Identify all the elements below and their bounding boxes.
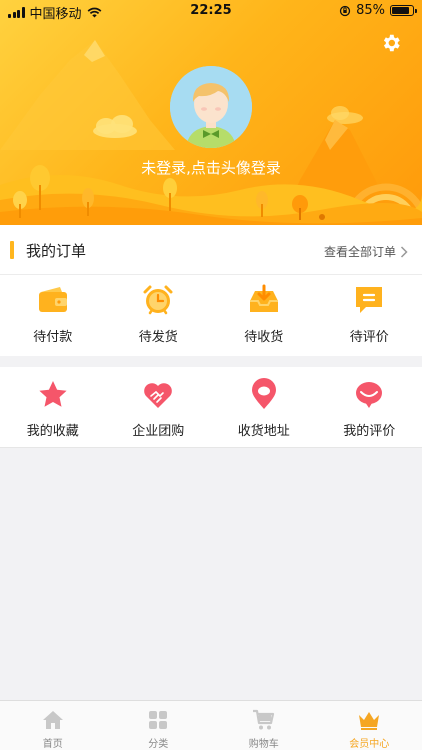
enterprise-group-buy-label: 企业团购 (132, 424, 185, 439)
tab-cart-label: 购物车 (248, 739, 279, 750)
orientation-lock-icon (339, 5, 351, 16)
location-pin-icon (251, 378, 276, 409)
order-pending-payment-label: 待付款 (33, 330, 73, 345)
my-orders-header: 我的订单 查看全部订单 (0, 225, 422, 275)
battery-icon (390, 5, 417, 16)
order-pending-receipt-label: 待收货 (244, 330, 284, 345)
avatar[interactable] (170, 66, 252, 148)
status-bar: 中国移动 22:25 85% (0, 0, 422, 22)
tab-home[interactable]: 首页 (0, 701, 106, 750)
chevron-right-icon (400, 245, 408, 258)
order-pending-payment[interactable]: 待付款 (0, 275, 106, 356)
my-reviews-label: 我的评价 (343, 424, 396, 439)
shipping-address[interactable]: 收货地址 (211, 367, 317, 448)
view-all-orders-link[interactable]: 查看全部订单 (324, 243, 408, 260)
category-grid-icon (149, 711, 168, 729)
order-pending-review-label: 待评价 (349, 330, 389, 345)
services-card: 我的收藏 企业团购 收货地址 我的评价 (0, 367, 422, 448)
shipping-address-label: 收货地址 (237, 424, 290, 439)
chat-bubble-icon (356, 382, 383, 408)
wallet-icon (38, 287, 67, 312)
login-prompt[interactable]: 未登录,点击头像登录 (0, 157, 422, 178)
my-reviews[interactable]: 我的评价 (317, 367, 422, 448)
my-orders-title: 我的订单 (26, 242, 87, 260)
cart-icon (252, 709, 274, 730)
tab-member-center-label: 会员中心 (349, 739, 390, 750)
tab-member-center[interactable]: 会员中心 (317, 701, 422, 750)
bottom-tab-bar: 首页 分类 购物车 会员中心 (0, 700, 422, 750)
order-pending-shipment[interactable]: 待发货 (106, 275, 212, 356)
order-pending-receipt[interactable]: 待收货 (211, 275, 317, 356)
order-pending-shipment-label: 待发货 (138, 330, 178, 345)
view-all-orders-label: 查看全部订单 (323, 245, 396, 259)
tab-category-label: 分类 (148, 739, 169, 750)
tab-home-label: 首页 (42, 739, 63, 750)
default-avatar-icon (170, 66, 252, 148)
star-icon (39, 381, 67, 407)
my-orders-card: 我的订单 查看全部订单 待付款 待发货 待收货 待评价 (0, 225, 422, 356)
alarm-clock-icon (143, 285, 173, 315)
my-favorites[interactable]: 我的收藏 (0, 367, 106, 448)
handshake-heart-icon (144, 383, 173, 408)
tab-category[interactable]: 分类 (106, 701, 212, 750)
battery-percent: 85% (356, 3, 385, 18)
crown-icon (359, 712, 380, 730)
inbox-download-icon (249, 284, 278, 312)
my-favorites-label: 我的收藏 (26, 424, 79, 439)
section-accent-bar (10, 241, 14, 259)
home-icon (42, 711, 63, 729)
settings-gear-icon[interactable] (380, 32, 402, 54)
comment-icon (356, 287, 383, 313)
profile-header: 未登录,点击头像登录 (0, 0, 422, 225)
order-pending-review[interactable]: 待评价 (317, 275, 422, 356)
tab-cart[interactable]: 购物车 (211, 701, 317, 750)
enterprise-group-buy[interactable]: 企业团购 (106, 367, 212, 448)
